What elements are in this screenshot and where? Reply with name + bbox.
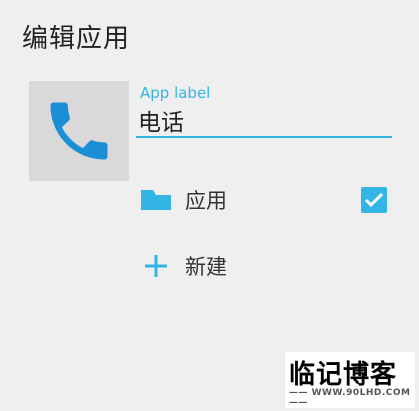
category-label-apps: 应用 [185,189,227,213]
dialog-title: 编辑应用 [22,24,131,54]
new-category-label: 新建 [185,255,227,279]
new-category-row[interactable]: 新建 [140,246,390,286]
apps-checkbox[interactable] [361,187,387,213]
category-row-apps[interactable]: 应用 [140,180,390,220]
watermark-url: —— WWW.90LHD.COM —— [289,388,411,408]
checkmark-icon [364,192,384,208]
plus-icon [140,250,172,282]
phone-icon [50,102,108,160]
folder-icon [140,184,172,216]
app-label-input[interactable] [136,104,392,138]
watermark-title: 临记博客 [289,360,398,390]
app-label-caption: App label [140,84,211,102]
app-icon-button[interactable] [29,81,129,181]
watermark: 临记博客 —— WWW.90LHD.COM —— [285,352,415,408]
